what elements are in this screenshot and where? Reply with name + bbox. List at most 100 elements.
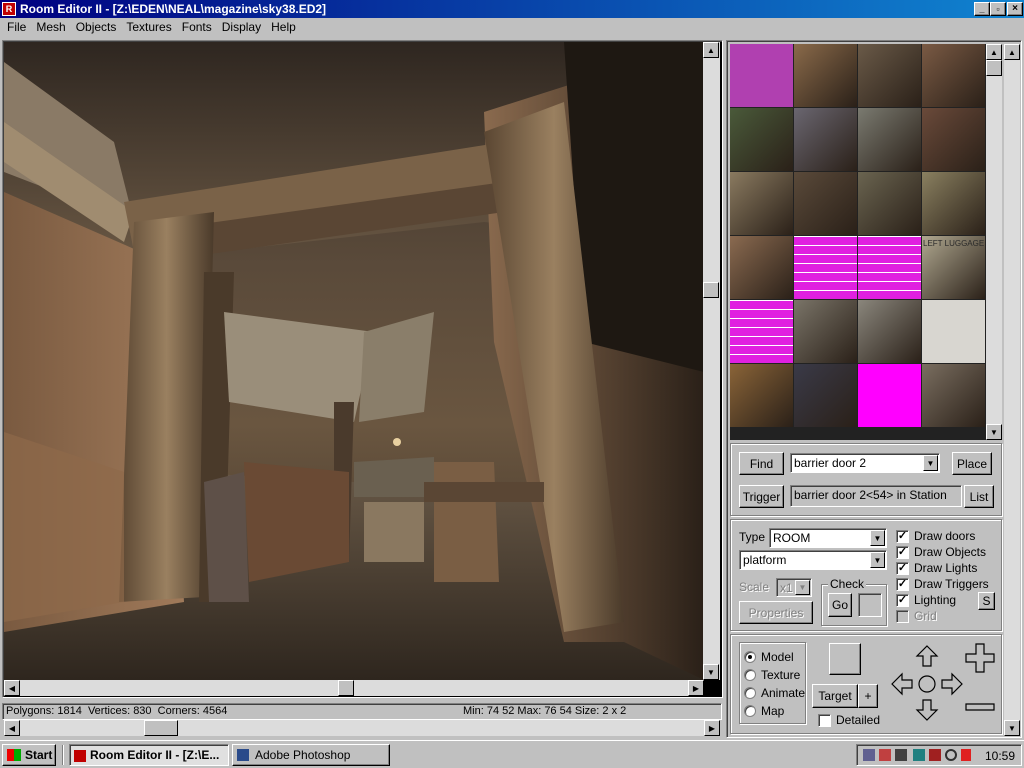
- trigger-button[interactable]: Trigger: [739, 485, 784, 508]
- texture-scroll-down-icon[interactable]: ▼: [986, 424, 1002, 440]
- scroll-left-icon[interactable]: ◀: [4, 680, 20, 696]
- hscroll-thumb[interactable]: [338, 680, 354, 696]
- place-button[interactable]: Place: [952, 452, 992, 475]
- scale-combo[interactable]: x1 ▼: [776, 578, 812, 597]
- texture-tile-arch-window[interactable]: [858, 44, 921, 107]
- right-vscroll[interactable]: ▲ ▼: [1004, 44, 1020, 736]
- mode-model-radio[interactable]: [744, 651, 756, 663]
- scroll-up-icon[interactable]: ▲: [703, 42, 719, 58]
- right-scroll-up-icon[interactable]: ▲: [1004, 44, 1020, 60]
- texture-tile-bars[interactable]: [794, 44, 857, 107]
- arrow-left-icon[interactable]: [891, 672, 913, 696]
- texture-tile-left-luggage[interactable]: LEFT LUGGAGE: [922, 236, 985, 299]
- mode-animate-radio[interactable]: [744, 687, 756, 699]
- texture-tile-brick-wall[interactable]: [922, 44, 985, 107]
- status-scroll-left-icon[interactable]: ◀: [4, 720, 20, 736]
- status-hscroll-thumb[interactable]: [144, 720, 178, 736]
- menu-mesh[interactable]: Mesh: [31, 18, 70, 37]
- zoom-out-icon[interactable]: [965, 703, 995, 711]
- texture-palette[interactable]: LEFT LUGGAGE: [730, 44, 986, 440]
- scroll-right-icon[interactable]: ▶: [688, 680, 704, 696]
- app-icon[interactable]: R: [2, 2, 16, 16]
- texture-tile-hazard-door[interactable]: [794, 364, 857, 427]
- texture-tile-magenta-warning[interactable]: [794, 236, 857, 299]
- texture-tile-metal-box[interactable]: [794, 108, 857, 171]
- texture-tile-magenta-block[interactable]: [858, 364, 921, 427]
- task-photoshop[interactable]: Adobe Photoshop: [232, 744, 390, 766]
- detailed-checkbox[interactable]: [818, 714, 831, 727]
- arrow-right-icon[interactable]: [941, 672, 963, 696]
- type-combo[interactable]: ROOM ▼: [769, 528, 887, 548]
- zoom-in-icon[interactable]: [965, 643, 995, 673]
- display-icon[interactable]: [913, 749, 925, 761]
- s-button[interactable]: S: [978, 592, 995, 610]
- arrow-down-icon[interactable]: [915, 699, 939, 721]
- menu-help[interactable]: Help: [266, 18, 301, 37]
- network-icon[interactable]: [863, 749, 875, 761]
- texture-tile-lockers[interactable]: [858, 300, 921, 363]
- texture-tile-grey-wall[interactable]: [794, 300, 857, 363]
- list-button[interactable]: List: [964, 485, 994, 508]
- texture-tile-vent[interactable]: [858, 108, 921, 171]
- go-button[interactable]: Go: [828, 593, 852, 617]
- vscroll-thumb[interactable]: [703, 282, 719, 298]
- lighting-checkbox[interactable]: ✓: [896, 594, 909, 607]
- mode-texture-radio[interactable]: [744, 669, 756, 681]
- menu-objects[interactable]: Objects: [71, 18, 122, 37]
- texture-tile-timetable[interactable]: [730, 172, 793, 235]
- clock[interactable]: 10:59: [985, 749, 1015, 763]
- scroll-down-icon[interactable]: ▼: [703, 664, 719, 680]
- 3d-viewport[interactable]: [4, 42, 704, 680]
- draw-doors-checkbox[interactable]: ✓: [896, 530, 909, 543]
- search-icon[interactable]: [945, 749, 957, 761]
- draw-triggers-checkbox[interactable]: ✓: [896, 578, 909, 591]
- target-plus-button[interactable]: +: [858, 684, 878, 708]
- draw-objects-checkbox[interactable]: ✓: [896, 546, 909, 559]
- task-room-editor[interactable]: Room Editor II - [Z:\E...: [69, 744, 229, 766]
- status-scroll-right-icon[interactable]: ▶: [704, 720, 720, 736]
- menu-textures[interactable]: Textures: [121, 18, 176, 37]
- chevron-down-icon[interactable]: ▼: [923, 455, 938, 471]
- scheduler-icon[interactable]: [879, 749, 891, 761]
- start-button[interactable]: Start: [2, 744, 56, 766]
- texture-tile-grate[interactable]: [922, 364, 985, 427]
- scale-chevron-down-icon[interactable]: ▼: [795, 580, 810, 595]
- subtype-combo[interactable]: platform ▼: [739, 550, 887, 570]
- mode-map-radio[interactable]: [744, 705, 756, 717]
- texture-tile-magenta-bricks[interactable]: [858, 236, 921, 299]
- texture-tile-glass-doors[interactable]: [858, 172, 921, 235]
- texture-scroll-up-icon[interactable]: ▲: [986, 44, 1002, 60]
- printer-icon[interactable]: [929, 749, 941, 761]
- type-chevron-down-icon[interactable]: ▼: [870, 530, 885, 546]
- grid-checkbox[interactable]: [896, 610, 909, 623]
- viewport-vscroll[interactable]: ▲ ▼: [703, 42, 720, 680]
- menu-file[interactable]: File: [2, 18, 31, 37]
- arrow-up-icon[interactable]: [915, 645, 939, 667]
- texture-tile-door-frame[interactable]: [794, 172, 857, 235]
- find-combo[interactable]: barrier door 2 ▼: [790, 453, 940, 473]
- menu-fonts[interactable]: Fonts: [177, 18, 217, 37]
- find-button[interactable]: Find: [739, 452, 784, 475]
- draw-lights-checkbox[interactable]: ✓: [896, 562, 909, 575]
- minimize-button[interactable]: _: [974, 2, 990, 16]
- texture-tile-dark-brick[interactable]: [922, 108, 985, 171]
- alert-icon[interactable]: [961, 749, 971, 761]
- target-button[interactable]: Target: [812, 684, 858, 708]
- title-bar[interactable]: R Room Editor II - [Z:\EDEN\NEAL\magazin…: [0, 0, 1024, 18]
- texture-tile-purple[interactable]: [730, 44, 793, 107]
- volume-icon[interactable]: [895, 749, 907, 761]
- texture-tile-rust-floor[interactable]: [730, 364, 793, 427]
- color-swatch-button[interactable]: [829, 643, 861, 675]
- viewport-hscroll[interactable]: ◀ ▶: [4, 680, 704, 696]
- texture-tile-magenta-stripes[interactable]: [730, 300, 793, 363]
- texture-vscroll[interactable]: ▲ ▼: [986, 44, 1002, 440]
- center-icon[interactable]: [918, 675, 936, 693]
- texture-tile-timetable-2[interactable]: [922, 172, 985, 235]
- texture-scroll-thumb[interactable]: [986, 60, 1002, 76]
- subtype-chevron-down-icon[interactable]: ▼: [870, 552, 885, 568]
- texture-tile-white-panel[interactable]: [922, 300, 985, 363]
- close-button[interactable]: ×: [1007, 2, 1023, 16]
- texture-tile-green-panel[interactable]: [730, 108, 793, 171]
- properties-button[interactable]: Properties: [739, 601, 813, 624]
- restore-button[interactable]: ▫: [990, 2, 1006, 16]
